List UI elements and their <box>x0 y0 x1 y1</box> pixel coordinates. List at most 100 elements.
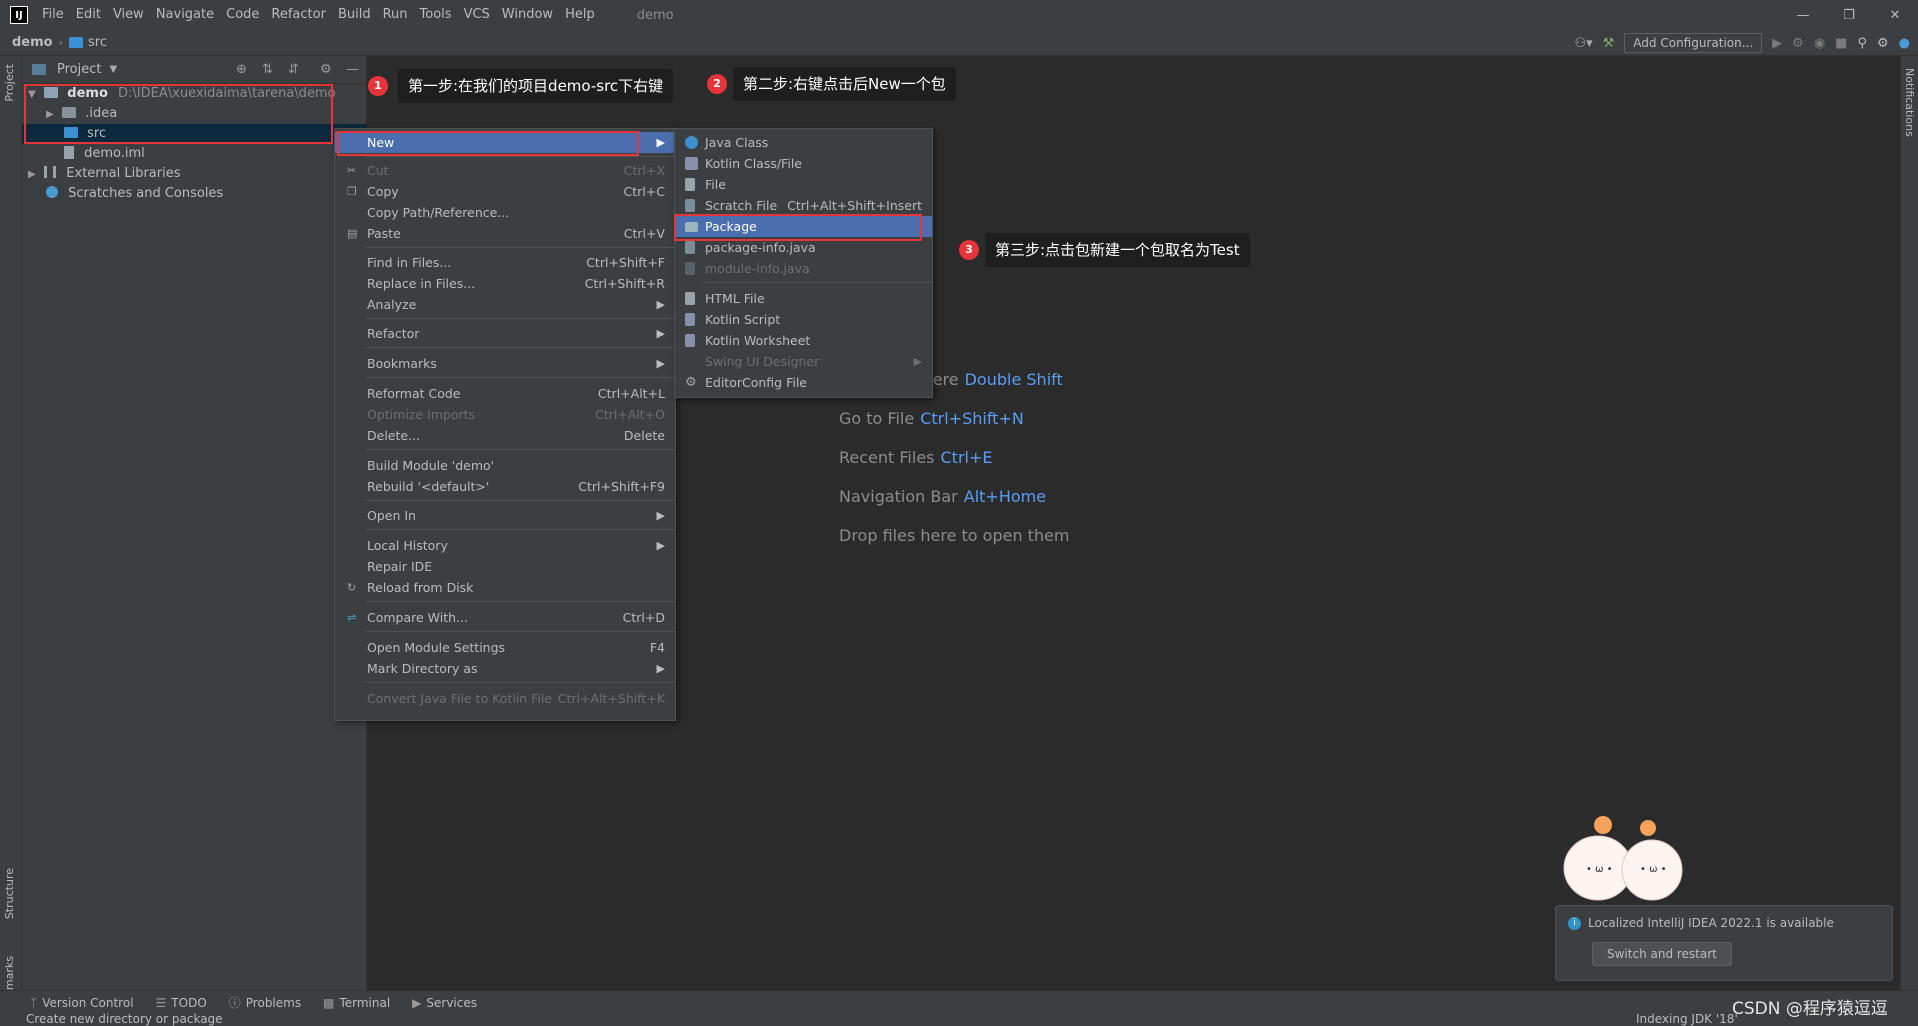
ctx-copy-path[interactable]: Copy Path/Reference... <box>335 202 675 223</box>
problems-tab[interactable]: ⓘ Problems <box>229 994 301 1011</box>
project-panel-header: Project ▼ <box>22 56 366 84</box>
ctx-analyze[interactable]: Analyze ▶ <box>335 294 675 315</box>
switch-and-restart-button[interactable]: Switch and restart <box>1592 942 1732 966</box>
stop-icon[interactable]: ■ <box>1835 36 1847 51</box>
ctx-local-history-label: Local History <box>367 538 448 553</box>
user-icon[interactable]: ⚇▾ <box>1574 36 1592 51</box>
services-tab[interactable]: ▶ Services <box>412 996 477 1010</box>
menu-build[interactable]: Build <box>332 0 377 30</box>
ctx-refactor-label: Refactor <box>367 326 420 341</box>
add-configuration-button[interactable]: Add Configuration... <box>1624 33 1763 53</box>
run-icon[interactable]: ▶ <box>1772 36 1782 51</box>
menu-vcs[interactable]: VCS <box>458 0 496 30</box>
close-icon[interactable]: ✕ <box>1872 0 1918 30</box>
ctx-copy[interactable]: ❐ Copy Ctrl+C <box>335 181 675 202</box>
sub-kotlin-worksheet-label: Kotlin Worksheet <box>705 333 811 348</box>
sub-html-label: HTML File <box>705 291 765 306</box>
sub-java-class[interactable]: Java Class <box>675 132 932 153</box>
project-tool-tab[interactable]: Project <box>3 64 16 102</box>
ctx-paste[interactable]: ▤ Paste Ctrl+V <box>335 223 675 244</box>
ctx-build-module[interactable]: Build Module 'demo' <box>335 455 675 476</box>
sub-html-file[interactable]: HTML File <box>675 288 932 309</box>
menu-window[interactable]: Window <box>496 0 559 30</box>
sub-kotlin-script[interactable]: Kotlin Script <box>675 309 932 330</box>
terminal-tab[interactable]: ▩ Terminal <box>323 996 390 1010</box>
menu-help[interactable]: Help <box>559 0 601 30</box>
chevron-right-icon: ▶ <box>656 357 665 370</box>
menu-code[interactable]: Code <box>220 0 265 30</box>
ctx-find-label: Find in Files... <box>367 255 452 270</box>
ctx-reformat-code[interactable]: Reformat Code Ctrl+Alt+L <box>335 383 675 404</box>
project-panel-title[interactable]: Project <box>57 62 101 77</box>
expand-all-icon[interactable]: ⇅ <box>262 62 273 77</box>
menu-edit[interactable]: Edit <box>70 0 107 30</box>
ctx-copy-path-label: Copy Path/Reference... <box>367 205 510 220</box>
panel-settings-gear-icon[interactable]: ⚙ <box>320 62 332 77</box>
sub-kotlin-worksheet[interactable]: Kotlin Worksheet <box>675 330 932 351</box>
sub-kotlin-class[interactable]: Kotlin Class/File <box>675 153 932 174</box>
ctx-convert-shortcut: Ctrl+Alt+Shift+K <box>557 691 665 706</box>
ctx-convert-to-kotlin[interactable]: Convert Java File to Kotlin File Ctrl+Al… <box>335 688 675 709</box>
restore-icon[interactable]: ❐ <box>1826 0 1872 30</box>
ctx-bookmarks[interactable]: Bookmarks ▶ <box>335 353 675 374</box>
version-control-tab[interactable]: ᛉ Version Control <box>30 996 134 1010</box>
locate-icon[interactable]: ⊕ <box>236 62 247 77</box>
separator <box>365 247 675 248</box>
ctx-repair-ide[interactable]: Repair IDE <box>335 556 675 577</box>
breadcrumb-demo[interactable]: demo <box>6 35 59 50</box>
dropdown-chevron-icon[interactable]: ▼ <box>109 64 117 75</box>
chevron-right-icon: ▶ <box>656 539 665 552</box>
scratches-icon <box>46 186 58 198</box>
menu-file[interactable]: File <box>36 0 70 30</box>
sub-file[interactable]: File <box>675 174 932 195</box>
menu-refactor[interactable]: Refactor <box>265 0 332 30</box>
ctx-find-in-files[interactable]: Find in Files... Ctrl+Shift+F <box>335 252 675 273</box>
ctx-compare-with[interactable]: ⇌ Compare With... Ctrl+D <box>335 607 675 628</box>
info-icon: i <box>1568 917 1581 930</box>
collapse-all-icon[interactable]: ⇵ <box>288 62 299 77</box>
sub-scratch-shortcut: Ctrl+Alt+Shift+Insert <box>787 198 922 213</box>
menu-run[interactable]: Run <box>377 0 414 30</box>
debug-icon[interactable]: ⚙ <box>1792 36 1804 51</box>
ctx-open-in[interactable]: Open In ▶ <box>335 505 675 526</box>
indexing-status[interactable]: Indexing JDK '18' <box>1636 1012 1738 1026</box>
hide-panel-icon[interactable]: — <box>346 62 359 77</box>
ctx-cut[interactable]: ✂ Cut Ctrl+X <box>335 160 675 181</box>
ctx-mark-directory-as[interactable]: Mark Directory as ▶ <box>335 658 675 679</box>
structure-tool-tab[interactable]: Structure <box>3 868 16 919</box>
todo-tab[interactable]: ☰ TODO <box>156 996 207 1010</box>
ctx-reload-from-disk[interactable]: ↻ Reload from Disk <box>335 577 675 598</box>
search-icon[interactable]: ⚲ <box>1857 36 1867 51</box>
menu-view[interactable]: View <box>107 0 150 30</box>
ctx-delete[interactable]: Delete... Delete <box>335 425 675 446</box>
settings-gear-icon[interactable]: ⚙ <box>1877 36 1889 51</box>
coverage-icon[interactable]: ◉ <box>1814 36 1825 51</box>
ctx-optimize-imports[interactable]: Optimize Imports Ctrl+Alt+O <box>335 404 675 425</box>
ctx-refactor[interactable]: Refactor ▶ <box>335 323 675 344</box>
tree-item-external-libraries[interactable]: ▶ External Libraries <box>28 164 181 184</box>
ctx-compare-shortcut: Ctrl+D <box>622 610 665 625</box>
build-hammer-icon[interactable]: ⚒ <box>1603 36 1615 51</box>
ctx-open-module-settings[interactable]: Open Module Settings F4 <box>335 637 675 658</box>
mascot-left-eyes: • ω • <box>1586 864 1613 875</box>
separator <box>703 282 932 283</box>
ctx-replace-in-files[interactable]: Replace in Files... Ctrl+Shift+R <box>335 273 675 294</box>
minimize-icon[interactable]: — <box>1780 0 1826 30</box>
menu-navigate[interactable]: Navigate <box>150 0 220 30</box>
sub-swing-ui-designer[interactable]: Swing UI Designer ▶ <box>675 351 932 372</box>
ctx-local-history[interactable]: Local History ▶ <box>335 535 675 556</box>
breadcrumb-src[interactable]: src <box>88 35 113 50</box>
menu-tools[interactable]: Tools <box>414 0 458 30</box>
chevron-right-icon: ▶ <box>656 509 665 522</box>
chevron-right-icon: ▶ <box>656 298 665 311</box>
tree-item-scratches[interactable]: Scratches and Consoles <box>46 184 223 204</box>
sub-module-info[interactable]: module-info.java <box>675 258 932 279</box>
tree-label-scratches: Scratches and Consoles <box>68 186 224 201</box>
tree-item-demo-iml[interactable]: demo.iml <box>64 144 145 164</box>
notifications-tool-tab[interactable]: Notifications <box>1903 68 1916 137</box>
sub-editorconfig[interactable]: ⚙ EditorConfig File <box>675 372 932 393</box>
step-1-badge: 1 <box>368 76 388 96</box>
jetbrains-globe-icon[interactable]: ● <box>1899 36 1910 51</box>
sub-scratch-file[interactable]: Scratch File Ctrl+Alt+Shift+Insert <box>675 195 932 216</box>
ctx-rebuild[interactable]: Rebuild '<default>' Ctrl+Shift+F9 <box>335 476 675 497</box>
